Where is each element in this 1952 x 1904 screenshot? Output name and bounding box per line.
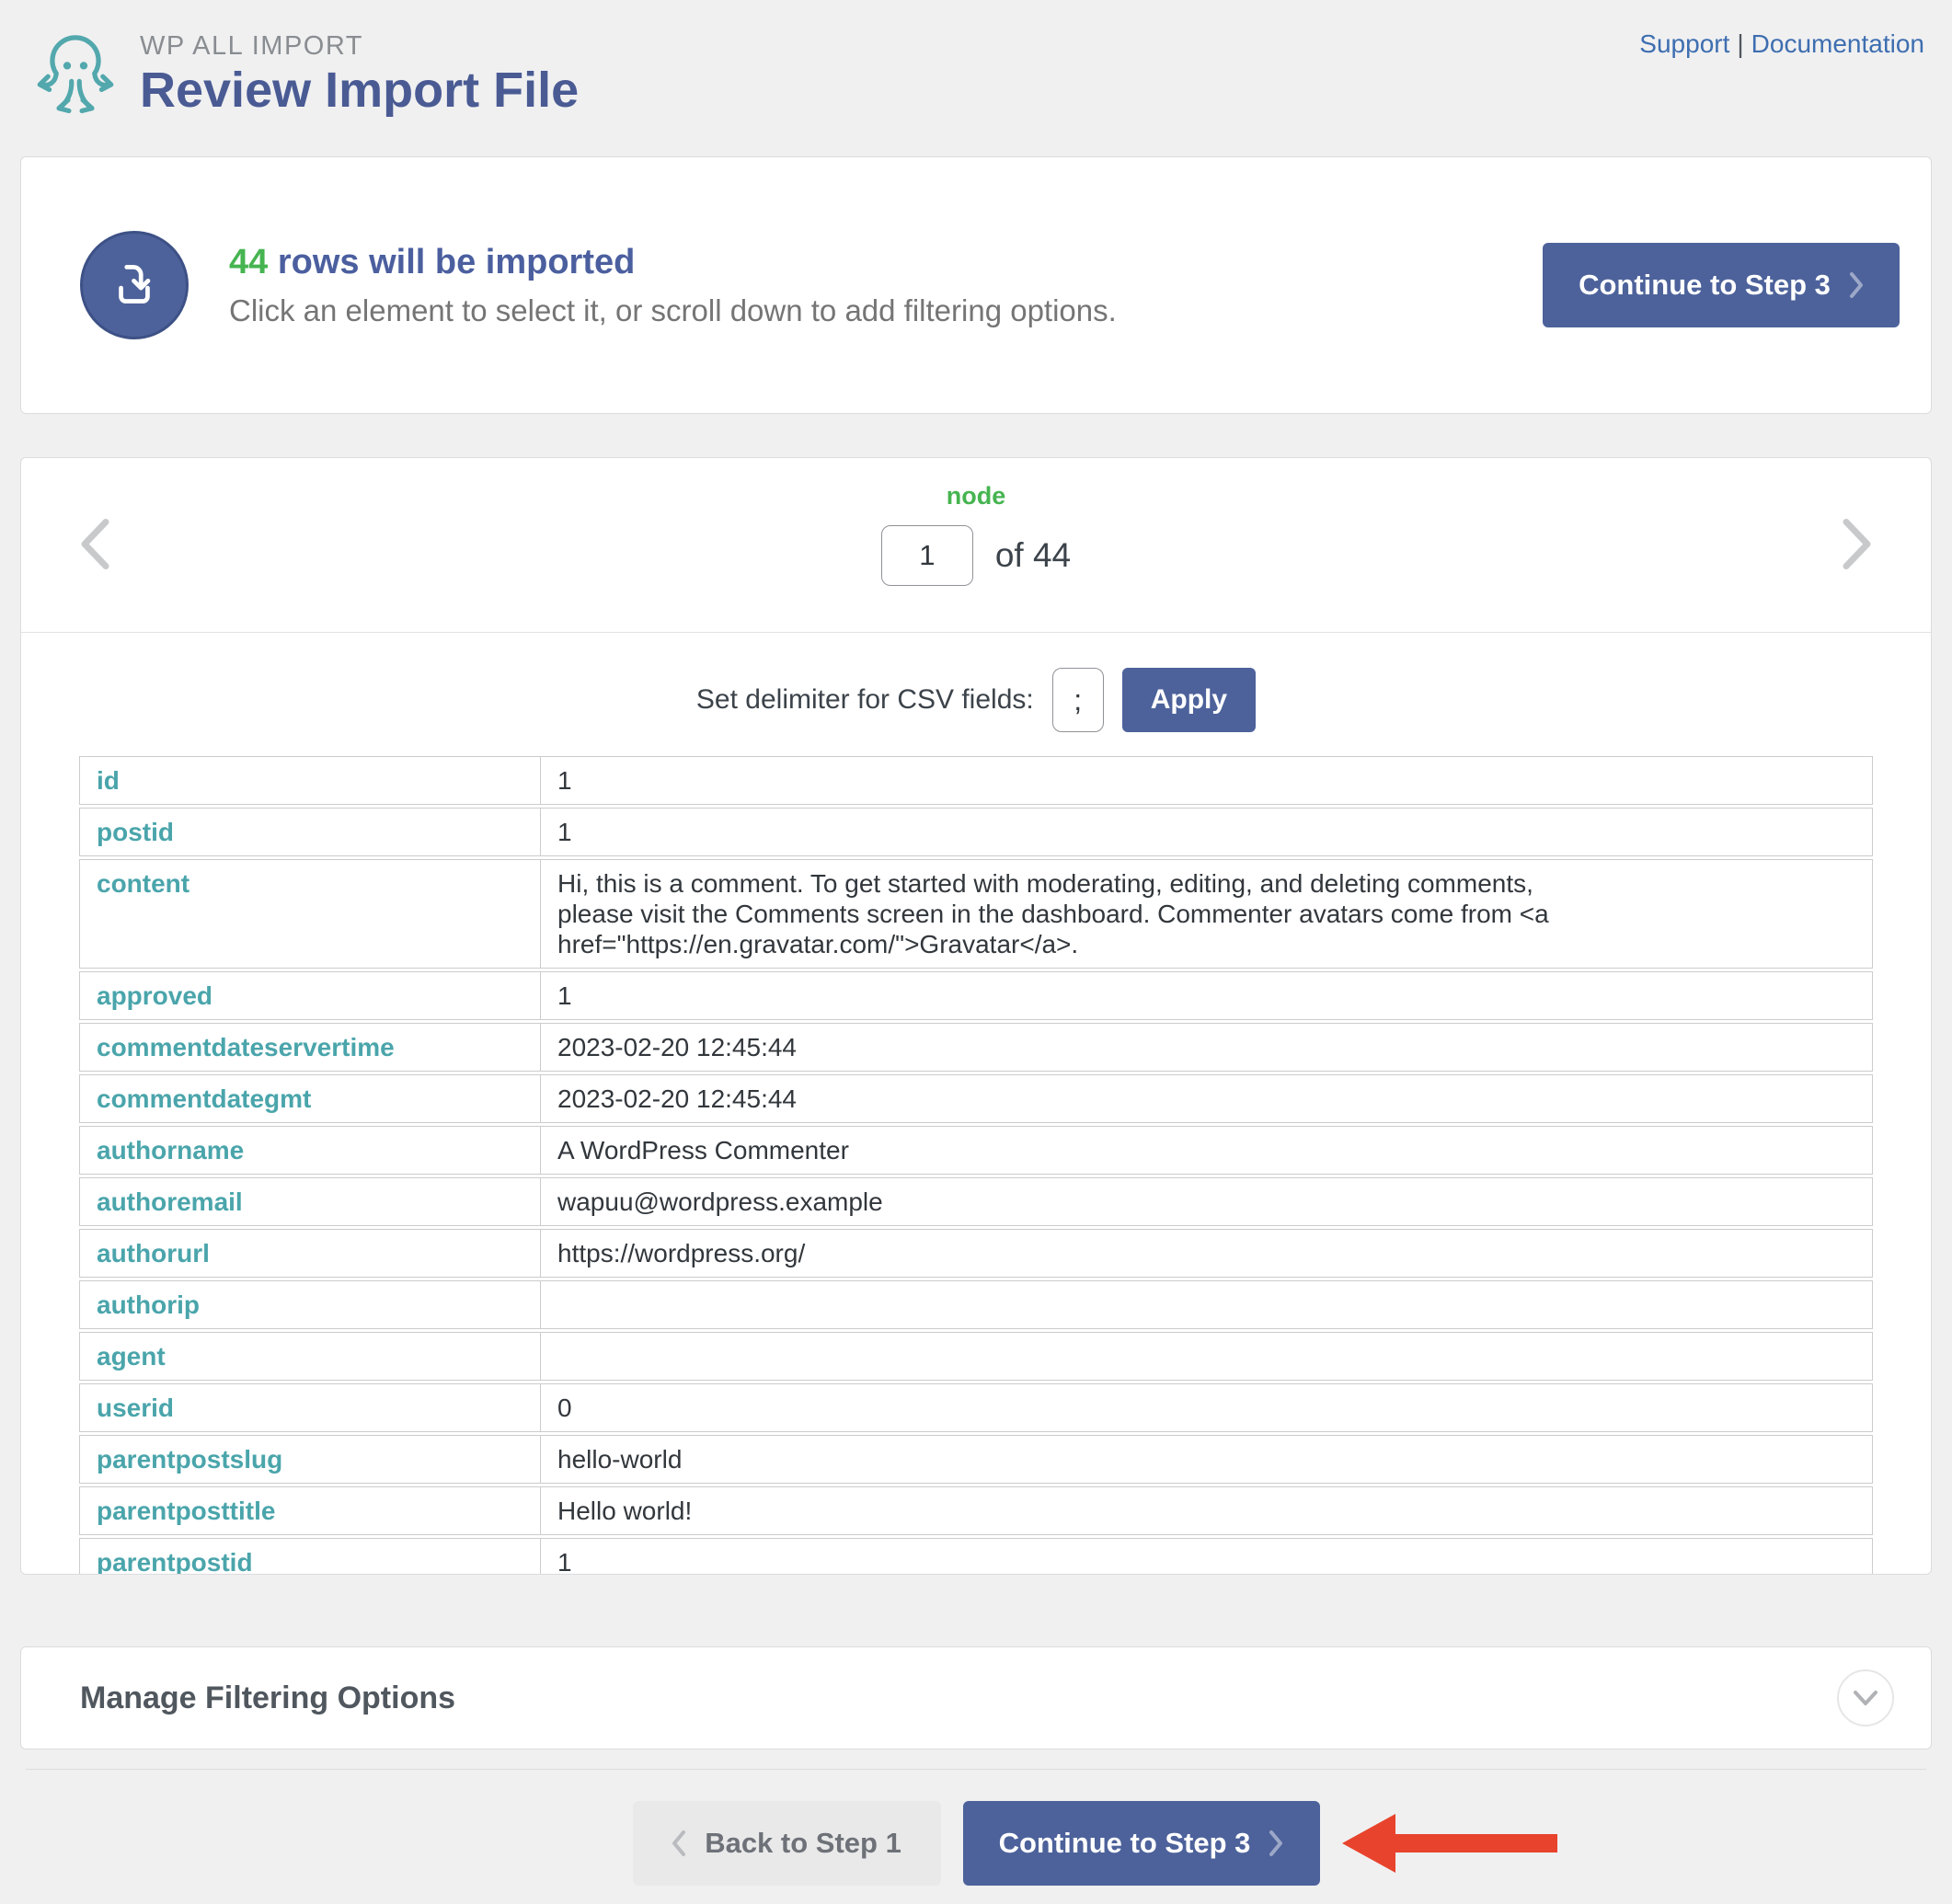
table-row[interactable]: content Hi, this is a comment. To get st… xyxy=(79,859,1873,969)
field-value[interactable]: wapuu@wordpress.example xyxy=(540,1178,1872,1225)
table-row[interactable]: userid 0 xyxy=(79,1383,1873,1432)
apply-delimiter-button[interactable]: Apply xyxy=(1122,668,1256,732)
field-name[interactable]: authorurl xyxy=(80,1230,540,1277)
table-row[interactable]: authorurl https://wordpress.org/ xyxy=(79,1229,1873,1278)
field-name[interactable]: parentpostslug xyxy=(80,1436,540,1483)
field-value[interactable]: 0 xyxy=(540,1384,1872,1431)
table-row[interactable]: commentdateservertime 2023-02-20 12:45:4… xyxy=(79,1023,1873,1072)
octopus-logo-icon xyxy=(28,20,123,123)
chevron-right-icon xyxy=(1269,1829,1283,1857)
field-value[interactable] xyxy=(540,1333,1872,1380)
field-value[interactable]: hello-world xyxy=(540,1436,1872,1483)
chevron-right-icon xyxy=(1841,517,1874,570)
field-value[interactable]: 1 xyxy=(540,757,1872,804)
delimiter-label: Set delimiter for CSV fields: xyxy=(696,684,1034,716)
field-name[interactable]: content xyxy=(80,860,540,968)
node-navigator: node of 44 xyxy=(21,458,1931,633)
link-separator: | xyxy=(1737,29,1743,58)
page-title: Review Import File xyxy=(140,62,579,119)
next-node-button[interactable] xyxy=(1831,508,1883,582)
table-row[interactable]: commentdategmt 2023-02-20 12:45:44 xyxy=(79,1074,1873,1123)
csv-delimiter-row: Set delimiter for CSV fields: Apply xyxy=(21,633,1931,732)
field-value[interactable]: 1 xyxy=(540,1539,1872,1575)
download-icon xyxy=(80,231,189,339)
documentation-link[interactable]: Documentation xyxy=(1751,29,1924,58)
chevron-right-icon xyxy=(1849,271,1864,299)
table-row[interactable]: parentpostid 1 xyxy=(79,1538,1873,1575)
row-count: 44 xyxy=(229,243,268,281)
filtering-title: Manage Filtering Options xyxy=(80,1680,455,1716)
field-value[interactable] xyxy=(540,1281,1872,1328)
table-row[interactable]: parentpostslug hello-world xyxy=(79,1435,1873,1484)
node-number-input[interactable] xyxy=(881,525,973,586)
footer-divider xyxy=(26,1769,1926,1770)
chevron-left-icon xyxy=(78,517,111,570)
delimiter-input[interactable] xyxy=(1052,668,1104,732)
field-name[interactable]: authorname xyxy=(80,1127,540,1174)
banner-subtitle: Click an element to select it, or scroll… xyxy=(229,293,1117,328)
field-name[interactable]: authorip xyxy=(80,1281,540,1328)
header-links: Support | Documentation xyxy=(1639,29,1924,59)
field-name[interactable]: postid xyxy=(80,809,540,855)
support-link[interactable]: Support xyxy=(1639,29,1729,58)
record-fields-table: id 1 postid 1 content Hi, this is a comm… xyxy=(79,756,1873,1575)
red-arrow-pointer-icon xyxy=(1342,1809,1557,1877)
field-value[interactable]: 1 xyxy=(540,972,1872,1019)
field-name[interactable]: commentdategmt xyxy=(80,1075,540,1122)
expand-filtering-button[interactable] xyxy=(1837,1669,1894,1726)
field-name[interactable]: approved xyxy=(80,972,540,1019)
wizard-navigation: Back to Step 1 Continue to Step 3 xyxy=(0,1801,1952,1886)
field-name[interactable]: parentpostid xyxy=(80,1539,540,1575)
field-name[interactable]: commentdateservertime xyxy=(80,1024,540,1071)
node-total-label: of 44 xyxy=(995,536,1071,575)
import-summary-banner: 44 rows will be imported Click an elemen… xyxy=(20,156,1932,414)
table-row[interactable]: authoremail wapuu@wordpress.example xyxy=(79,1177,1873,1226)
continue-step3-button-bottom[interactable]: Continue to Step 3 xyxy=(963,1801,1320,1886)
brand-name: WP ALL IMPORT xyxy=(140,31,579,62)
table-row[interactable]: approved 1 xyxy=(79,971,1873,1020)
field-name[interactable]: id xyxy=(80,757,540,804)
field-value[interactable]: 1 xyxy=(540,809,1872,855)
table-row[interactable]: parentposttitle Hello world! xyxy=(79,1486,1873,1535)
table-row[interactable]: agent xyxy=(79,1332,1873,1381)
previous-node-button[interactable] xyxy=(69,508,121,582)
field-name[interactable]: userid xyxy=(80,1384,540,1431)
field-name[interactable]: parentposttitle xyxy=(80,1487,540,1534)
back-to-step1-button[interactable]: Back to Step 1 xyxy=(633,1801,941,1886)
node-label: node xyxy=(21,482,1931,510)
field-value[interactable]: A WordPress Commenter xyxy=(540,1127,1872,1174)
field-value[interactable]: https://wordpress.org/ xyxy=(540,1230,1872,1277)
continue-step3-button-top[interactable]: Continue to Step 3 xyxy=(1543,243,1900,327)
record-preview-panel: node of 44 Set delimiter for CSV fields:… xyxy=(20,457,1932,1575)
rows-imported-headline: 44 rows will be imported xyxy=(229,243,1117,282)
field-name[interactable]: agent xyxy=(80,1333,540,1380)
field-value[interactable]: Hello world! xyxy=(540,1487,1872,1534)
manage-filtering-section: Manage Filtering Options xyxy=(20,1646,1932,1749)
table-row[interactable]: authorip xyxy=(79,1280,1873,1329)
field-name[interactable]: authoremail xyxy=(80,1178,540,1225)
table-row[interactable]: postid 1 xyxy=(79,808,1873,856)
table-row[interactable]: id 1 xyxy=(79,756,1873,805)
header: WP ALL IMPORT Review Import File Support… xyxy=(0,0,1952,156)
table-row[interactable]: authorname A WordPress Commenter xyxy=(79,1126,1873,1175)
field-value[interactable]: 2023-02-20 12:45:44 xyxy=(540,1024,1872,1071)
chevron-down-icon xyxy=(1852,1689,1879,1707)
chevron-left-icon xyxy=(672,1829,686,1857)
field-value[interactable]: Hi, this is a comment. To get started wi… xyxy=(540,860,1872,968)
field-value[interactable]: 2023-02-20 12:45:44 xyxy=(540,1075,1872,1122)
